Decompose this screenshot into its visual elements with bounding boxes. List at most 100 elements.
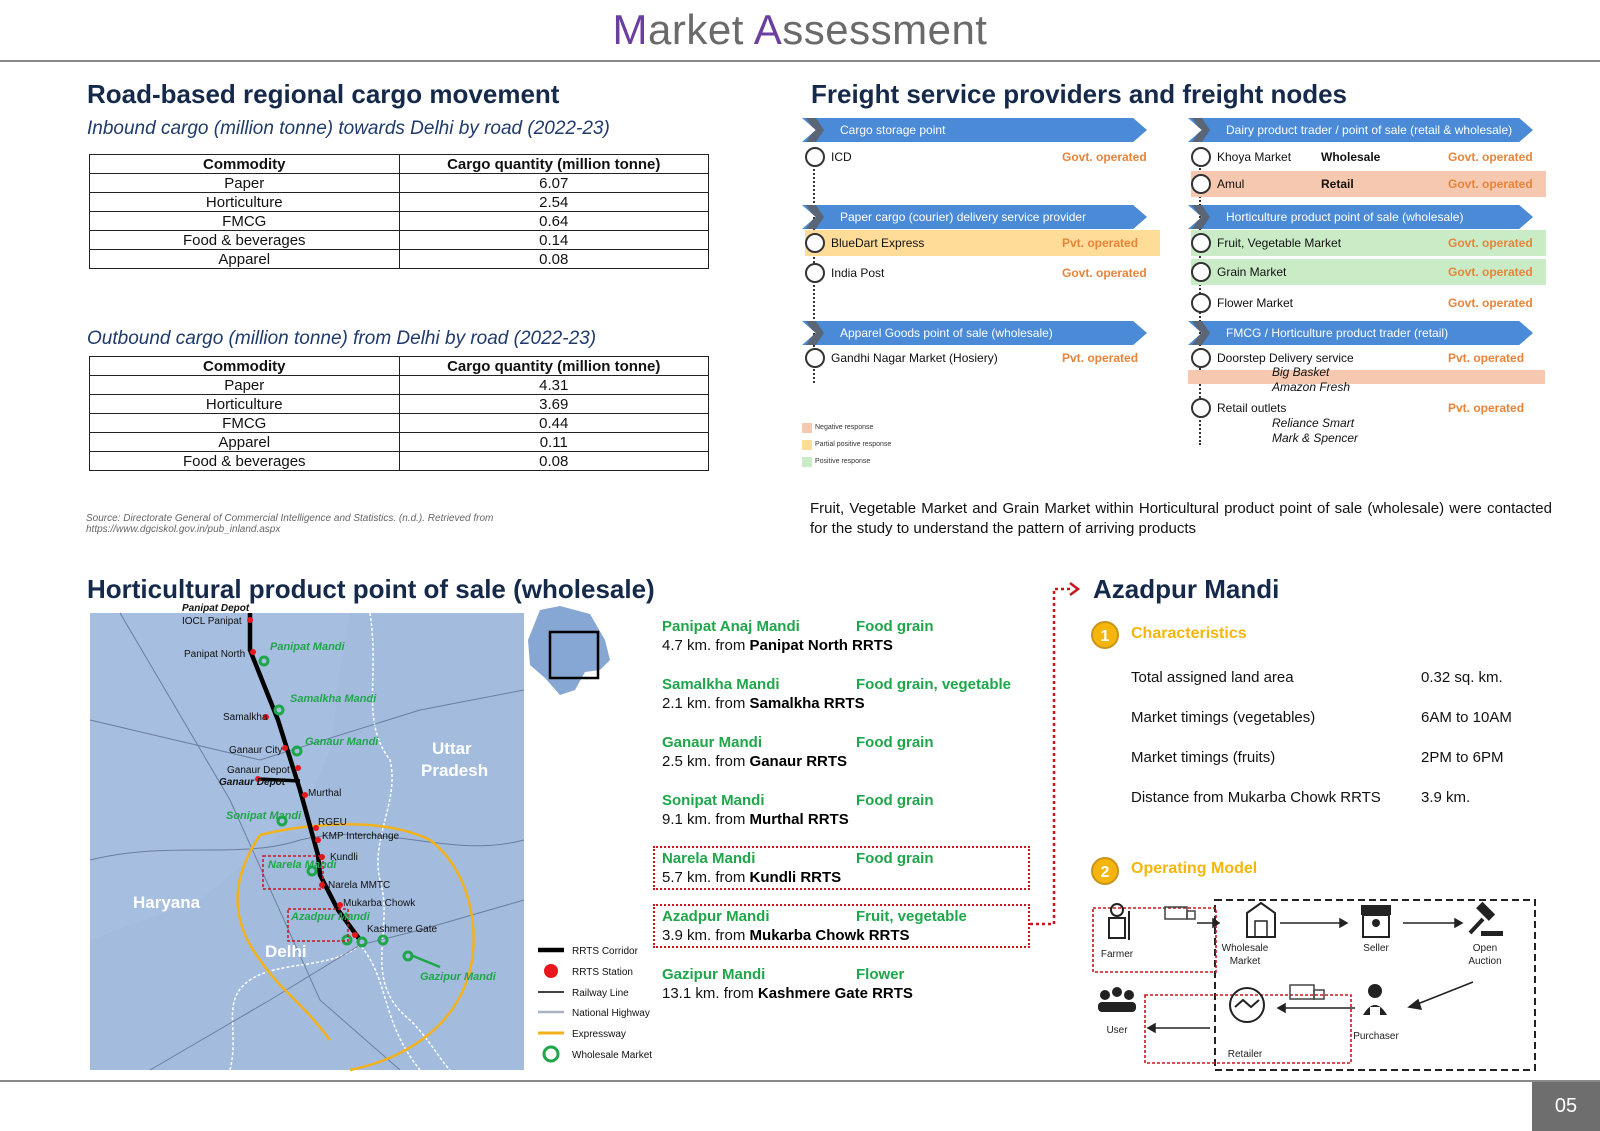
node-circle-icon: [1191, 348, 1211, 368]
label-auction: Auction: [1468, 956, 1501, 967]
label-mukarba: Mukarba Chowk: [343, 898, 416, 909]
market-distance: 9.1 km. from: [662, 811, 750, 828]
label-panipat-depot: Panipat Depot: [182, 603, 250, 614]
band-label: Paper cargo (courier) delivery service p…: [840, 210, 1087, 224]
freight-node: Grain Market Govt. operated: [1191, 259, 1546, 285]
label-rgeu: RGEU: [318, 817, 347, 828]
chevron-icon: [1192, 321, 1210, 345]
users-icon: [1098, 987, 1136, 1012]
market-station: Ganaur RRTS: [749, 753, 848, 770]
freight-node: Fruit, Vegetable Market Govt. operated: [1191, 230, 1546, 256]
characteristic-label: Distance from Mukarba Chowk RRTS: [1131, 789, 1381, 806]
market-name: Azadpur Mandi: [662, 908, 770, 925]
freight-node: India Post Govt. operated: [805, 260, 1160, 286]
characteristic-label: Market timings (fruits): [1131, 749, 1276, 766]
market-station: Kashmere Gate RRTS: [757, 985, 913, 1002]
characteristic-value: 2PM to 6PM: [1421, 749, 1504, 766]
label-sonipat-mandi: Sonipat Mandi: [226, 810, 302, 822]
operator-type: Pvt. operated: [1448, 401, 1525, 415]
freight-node: Amul Retail Govt. operated: [1191, 171, 1546, 197]
market-entry: Gazipur Mandi Flower 13.1 km. from Kashmer…: [662, 965, 1032, 1003]
operating-model-heading: Operating Model: [1131, 860, 1258, 877]
label-ganaur-mandi: Ganaur Mandi: [305, 736, 379, 748]
label-haryana: Haryana: [133, 893, 201, 912]
freight-node: Flower Market Govt. operated: [1191, 290, 1546, 316]
map-legend: RRTS Corridor RRTS Station Railway Line …: [538, 946, 652, 1063]
freight-category-band: Paper cargo (courier) delivery service p…: [802, 205, 1147, 229]
node-circle-icon: [1191, 293, 1211, 313]
node-name: Fruit, Vegetable Market: [1217, 236, 1342, 250]
freight-nodes-diagram: Cargo storage point ICD Govt. operated Pape…: [0, 0, 1600, 480]
label-samalkha: Samalkha: [223, 712, 268, 723]
node-name: Khoya Market: [1217, 150, 1292, 164]
freight-node: Gandhi Nagar Market (Hosiery) Pvt. operat…: [805, 345, 1160, 371]
section-number-1: 1: [1091, 621, 1119, 649]
market-station: Murthal RRTS: [749, 811, 849, 828]
market-entry: Ganaur Mandi Food grain 2.5 km. from Ganau…: [662, 733, 1032, 771]
label-gazipur-mandi: Gazipur Mandi: [420, 971, 497, 983]
node-circle-icon: [805, 233, 825, 253]
example-retailer: Mark & Spencer: [1272, 431, 1359, 445]
market-product-type: Flower: [856, 966, 905, 983]
market-entry: Samalkha Mandi Food grain, vegetable 2.1 k…: [662, 675, 1032, 713]
delhi-ncr-map: Panipat Depot IOCL Panipat Panipat North…: [89, 603, 652, 1072]
example-retailer: Amazon Fresh: [1272, 380, 1351, 394]
label-user: User: [1106, 1025, 1128, 1036]
operator-type: Govt. operated: [1062, 266, 1147, 280]
legend-label: Negative response: [815, 424, 874, 431]
band-label: FMCG / Horticulture product trader (reta…: [1226, 326, 1449, 340]
freight-category-band: Horticulture product point of sale (whol…: [1188, 205, 1533, 229]
operator-type: Govt. operated: [1448, 150, 1533, 164]
band-label: Cargo storage point: [840, 123, 946, 137]
freight-node: BlueDart Express Pvt. operated: [805, 230, 1160, 256]
legend-wholesale-market: Wholesale Market: [572, 1050, 652, 1061]
freight-node: ICD Govt. operated: [805, 144, 1160, 170]
band-label: Horticulture product point of sale (whol…: [1226, 210, 1464, 224]
purchaser-icon: [1363, 984, 1387, 1015]
freight-category-band: Apparel Goods point of sale (wholesale): [802, 321, 1147, 345]
freight-category-band: Dairy product trader / point of sale (re…: [1188, 118, 1533, 142]
market-name: Narela Mandi: [662, 850, 756, 867]
market-name: Gazipur Mandi: [662, 966, 766, 983]
operator-type: Govt. operated: [1448, 265, 1533, 279]
label-azadpur-mandi: Azadpur Mandi: [290, 911, 371, 923]
node-name: Grain Market: [1217, 265, 1287, 279]
market-entry: Azadpur Mandi Fruit, vegetable 3.9 km. fro…: [662, 907, 1032, 945]
label-iocl: IOCL Panipat: [182, 616, 242, 627]
legend-swatch: [802, 457, 812, 467]
freight-node: Khoya Market Wholesale Govt. operated: [1191, 144, 1546, 170]
market-product-type: Food grain: [856, 792, 934, 809]
market-distance: 2.5 km. from: [662, 753, 750, 770]
node-name: ICD: [831, 150, 852, 164]
source-citation: Source: Directorate General of Commercia…: [86, 513, 494, 535]
market-entry: Narela Mandi Food grain 5.7 km. from Kundl…: [662, 849, 1032, 887]
label-pradesh: Pradesh: [421, 761, 488, 780]
operator-type: Govt. operated: [1062, 150, 1147, 164]
market-name: Sonipat Mandi: [662, 792, 765, 809]
band-label: Apparel Goods point of sale (wholesale): [840, 326, 1053, 340]
market-entry: Sonipat Mandi Food grain 9.1 km. from Murt…: [662, 791, 1032, 829]
node-name: Flower Market: [1217, 296, 1294, 310]
label-narela-mmtc: Narela MMTC: [328, 880, 390, 891]
freight-category-band: Cargo storage point: [802, 118, 1147, 142]
market-distance: 2.1 km. from: [662, 695, 750, 712]
chevron-icon: [806, 321, 824, 345]
page-number: 05: [1532, 1082, 1600, 1131]
market-station: Kundli RRTS: [749, 869, 842, 886]
azadpur-connector: [1030, 582, 1080, 926]
characteristic-value: 3.9 km.: [1421, 789, 1471, 806]
example-retailer: Big Basket: [1272, 365, 1330, 379]
legend-label: Positive response: [815, 458, 871, 465]
market-product-type: Fruit, vegetable: [856, 908, 967, 925]
label-seller: Seller: [1363, 943, 1389, 954]
node-circle-icon: [1191, 147, 1211, 167]
legend-rrts-corridor: RRTS Corridor: [572, 946, 639, 957]
node-type: Retail: [1321, 177, 1354, 191]
market-station: Panipat North RRTS: [749, 637, 893, 654]
label-purchaser: Purchaser: [1353, 1031, 1399, 1042]
label-panipat-north: Panipat North: [184, 649, 245, 660]
node-name: BlueDart Express: [831, 236, 925, 250]
operator-type: Govt. operated: [1448, 236, 1533, 250]
label-uttar: Uttar: [432, 739, 472, 758]
market-product-type: Food grain: [856, 734, 934, 751]
